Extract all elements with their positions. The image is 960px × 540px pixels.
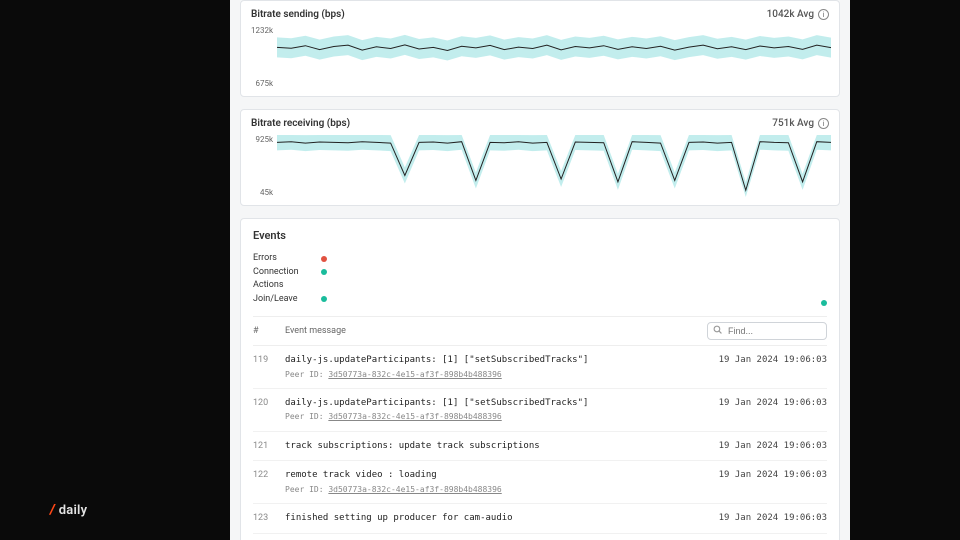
row-message: daily-js.updateParticipants: [1] ["setSu… (285, 354, 707, 380)
brand-name: daily (59, 503, 88, 518)
row-message: remote track video : loadingPeer ID: 3d5… (285, 469, 707, 495)
col-number: # (253, 326, 275, 336)
chart-avg-sending: 1042k Avg i (767, 9, 829, 20)
dot-icon (321, 256, 327, 262)
row-message: track subscriptions: update track subscr… (285, 440, 707, 453)
col-message: Event message (285, 326, 697, 336)
legend-errors: Errors (253, 252, 827, 266)
row-number: 122 (253, 469, 275, 480)
chart-avg-receiving: 751k Avg i (772, 118, 829, 129)
search-input[interactable] (707, 322, 827, 340)
events-title: Events (253, 229, 827, 242)
chart-header-sending: Bitrate sending (bps) 1042k Avg i (241, 1, 839, 24)
row-message: finished setting up producer for cam-aud… (285, 512, 707, 525)
row-timestamp: 19 Jan 2024 19:06:03 (717, 354, 827, 365)
plot-sending (277, 26, 831, 88)
legend-actions: Actions (253, 279, 827, 293)
plot-receiving (277, 135, 831, 197)
peer-link[interactable]: 3d50773a-832c-4e15-af3f-898b4b488396 (328, 412, 501, 421)
table-row[interactable]: 123 finished setting up producer for cam-… (253, 504, 827, 534)
row-peer: Peer ID: 3d50773a-832c-4e15-af3f-898b4b4… (285, 484, 707, 495)
row-timestamp: 19 Jan 2024 19:06:03 (717, 469, 827, 480)
table-row[interactable]: 124Live transcription started: {"action"… (253, 534, 827, 540)
peer-link[interactable]: 3d50773a-832c-4e15-af3f-898b4b488396 (328, 485, 501, 494)
table-row[interactable]: 122 remote track video : loadingPeer ID: … (253, 461, 827, 504)
row-timestamp: 19 Jan 2024 19:06:03 (717, 512, 827, 523)
events-search (707, 322, 827, 340)
row-number: 121 (253, 440, 275, 451)
events-card: Events Errors Connection Actions Join/Le… (240, 218, 840, 540)
row-number: 123 (253, 512, 275, 523)
sparkline-receiving (277, 135, 831, 197)
table-row[interactable]: 119 daily-js.updateParticipants: [1] ["se… (253, 346, 827, 389)
timeline-marker-icon (821, 300, 827, 306)
row-number: 119 (253, 354, 275, 365)
chart-card-sending: Bitrate sending (bps) 1042k Avg i 1232k … (240, 0, 840, 97)
row-timestamp: 19 Jan 2024 19:06:03 (717, 440, 827, 451)
dot-icon (321, 269, 327, 275)
chart-title-sending: Bitrate sending (bps) (251, 9, 345, 20)
yaxis-sending: 1232k 675k (249, 26, 277, 88)
table-row[interactable]: 120 daily-js.updateParticipants: [1] ["se… (253, 389, 827, 432)
info-icon[interactable]: i (818, 118, 829, 129)
events-table-body: 119 daily-js.updateParticipants: [1] ["se… (253, 346, 827, 540)
events-legend: Errors Connection Actions Join/Leave (253, 252, 827, 306)
legend-joinleave: Join/Leave (253, 293, 827, 307)
events-table-header: # Event message (253, 316, 827, 346)
chart-header-receiving: Bitrate receiving (bps) 751k Avg i (241, 110, 839, 133)
peer-link[interactable]: 3d50773a-832c-4e15-af3f-898b4b488396 (328, 370, 501, 379)
row-peer: Peer ID: 3d50773a-832c-4e15-af3f-898b4b4… (285, 369, 707, 380)
dot-icon (321, 296, 327, 302)
row-number: 120 (253, 397, 275, 408)
row-message: daily-js.updateParticipants: [1] ["setSu… (285, 397, 707, 423)
brand-slash-icon: / (50, 502, 55, 518)
sparkline-sending (277, 26, 831, 88)
brand-logo: / daily (50, 502, 87, 518)
yaxis-receiving: 925k 45k (249, 135, 277, 197)
row-peer: Peer ID: 3d50773a-832c-4e15-af3f-898b4b4… (285, 411, 707, 422)
row-timestamp: 19 Jan 2024 19:06:03 (717, 397, 827, 408)
chart-card-receiving: Bitrate receiving (bps) 751k Avg i 925k … (240, 109, 840, 206)
chart-title-receiving: Bitrate receiving (bps) (251, 118, 350, 129)
info-icon[interactable]: i (818, 9, 829, 20)
legend-connection: Connection (253, 266, 827, 280)
page-content: Bitrate sending (bps) 1042k Avg i 1232k … (230, 0, 850, 540)
table-row[interactable]: 121 track subscriptions: update track sub… (253, 432, 827, 462)
app-window: Bitrate sending (bps) 1042k Avg i 1232k … (230, 0, 850, 540)
